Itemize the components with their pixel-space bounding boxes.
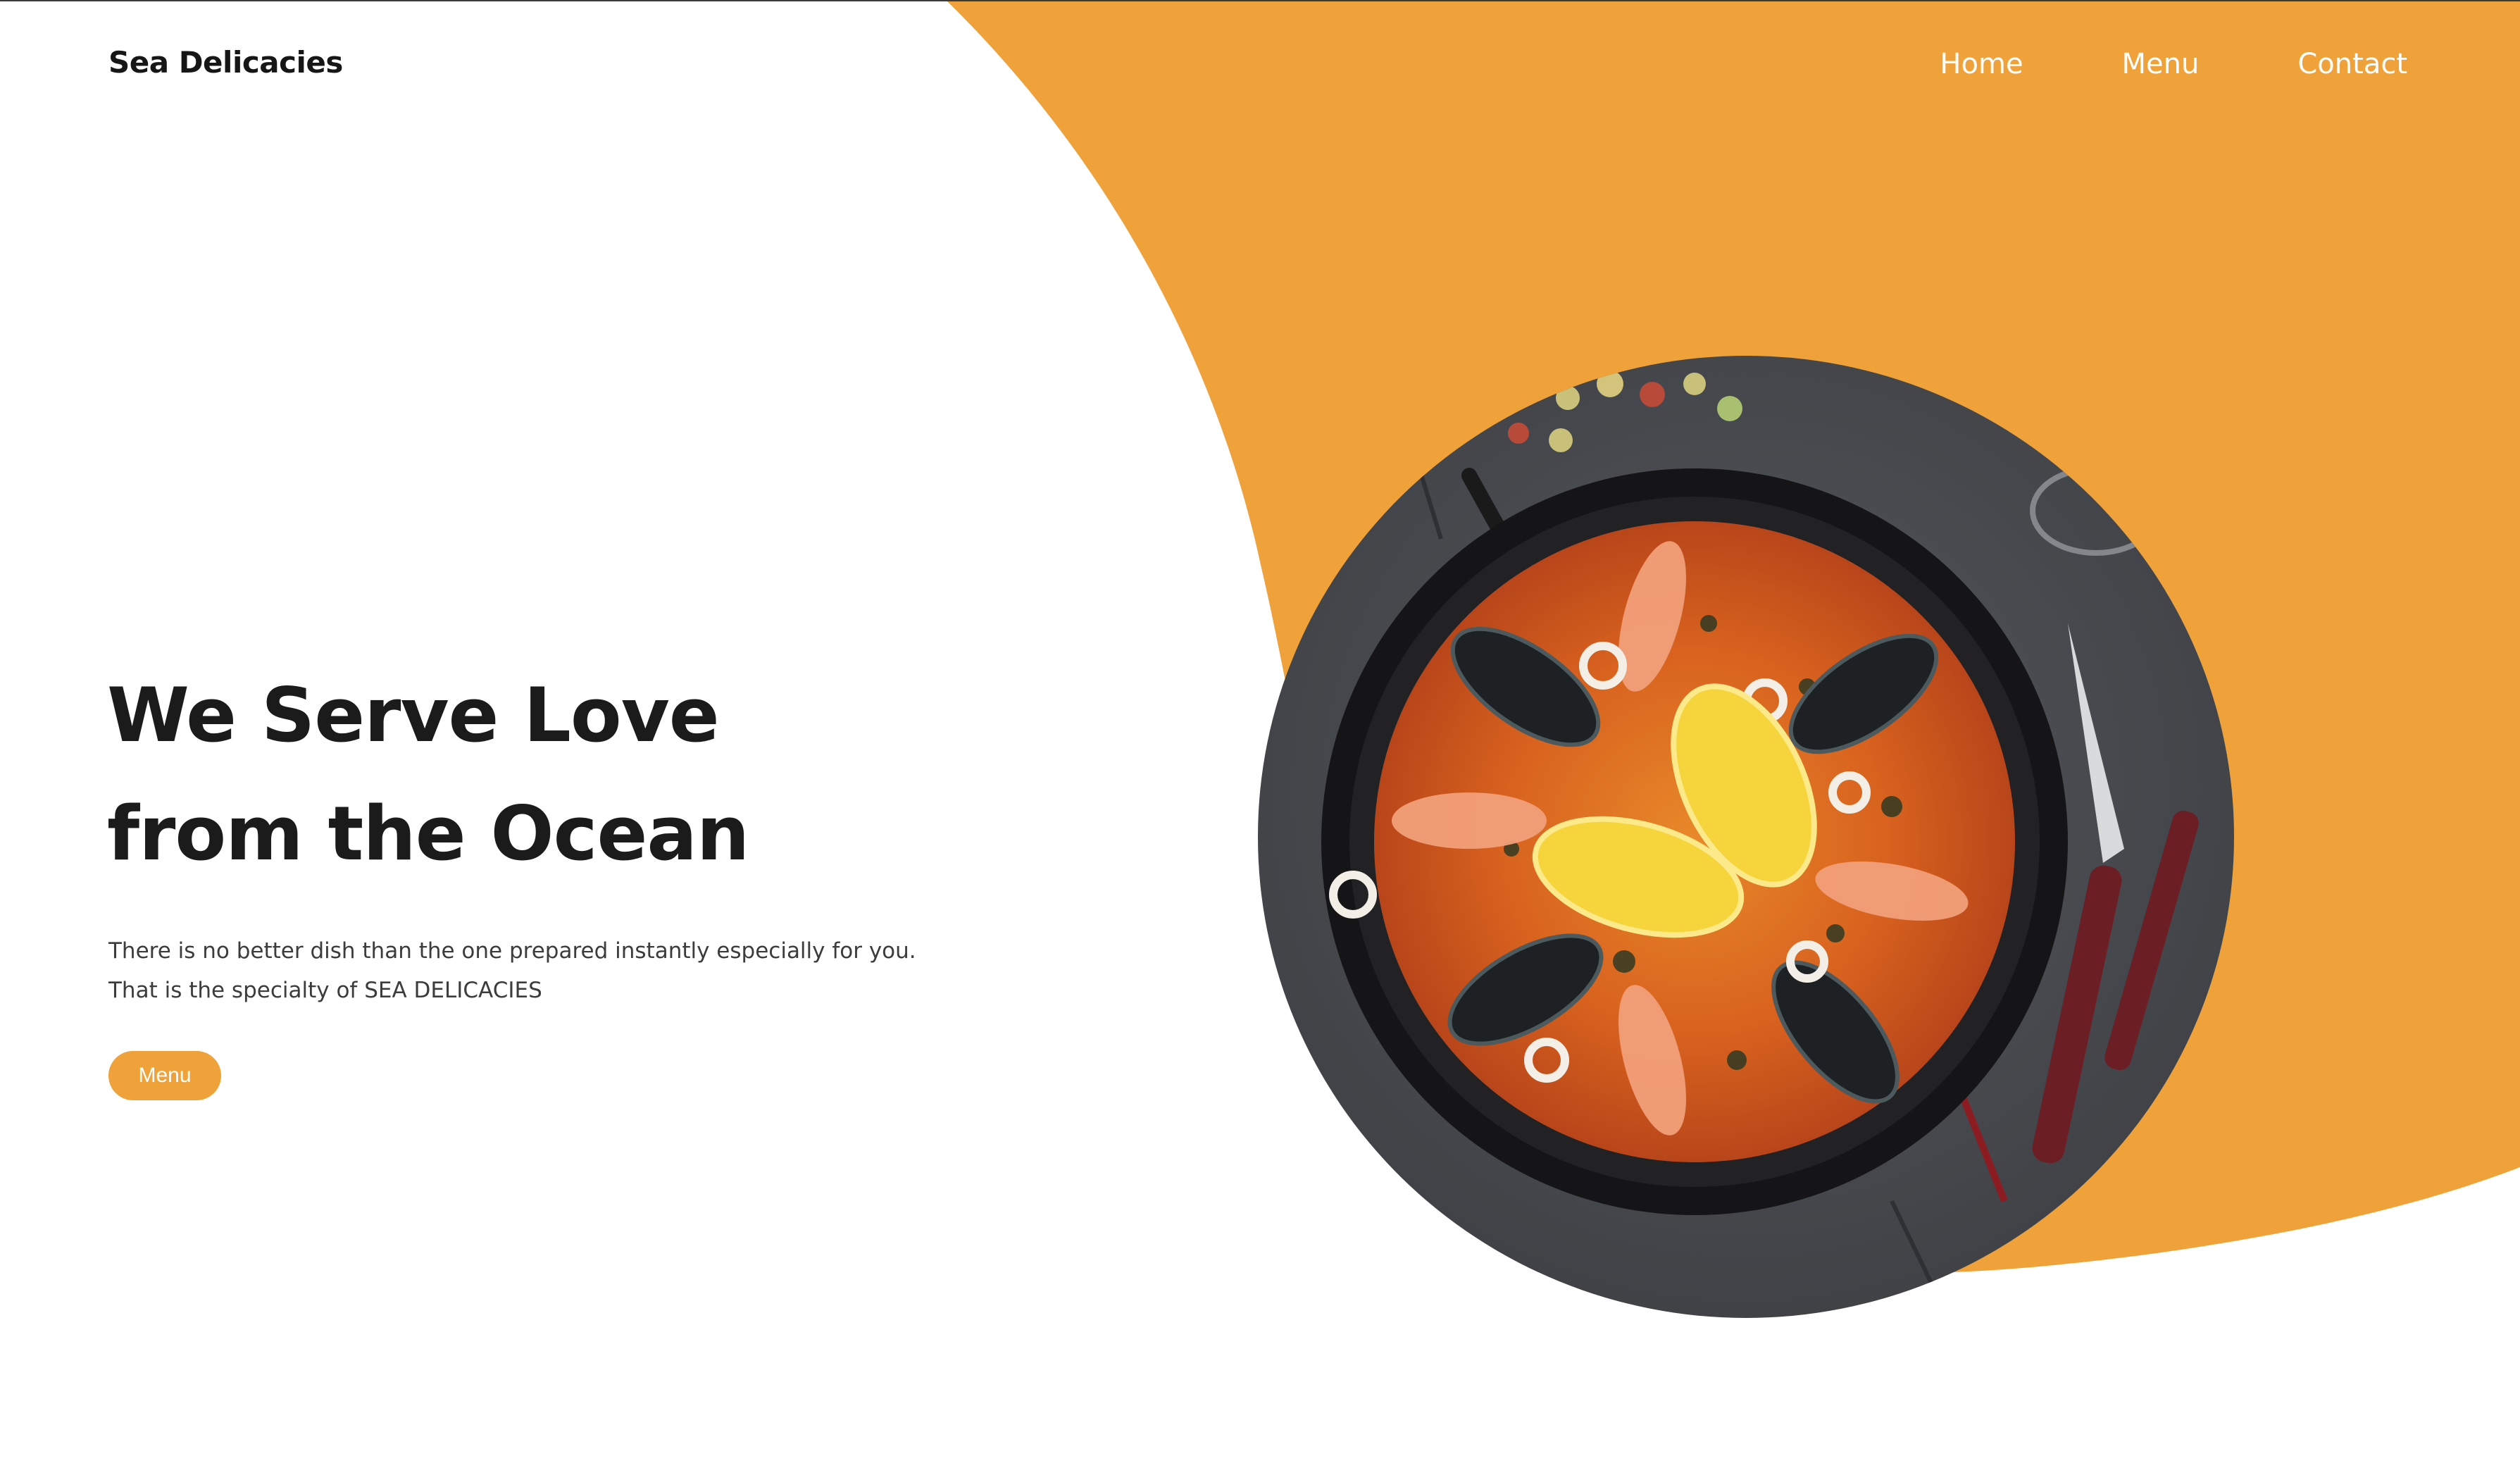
- nav-home-link[interactable]: Home: [1940, 48, 2023, 80]
- main-nav: Home Menu Contact: [1940, 48, 2407, 80]
- nav-menu-link[interactable]: Menu: [2122, 48, 2200, 80]
- menu-button[interactable]: Menu: [108, 1051, 221, 1100]
- hero-description-line-2: That is the specialty of SEA DELICACIES: [108, 978, 542, 1003]
- hero-title-line-2: from the Ocean: [107, 790, 749, 877]
- hero-title: We Serve Love from the Ocean: [107, 657, 749, 893]
- site-logo[interactable]: Sea Delicacies: [108, 45, 343, 80]
- nav-contact-link[interactable]: Contact: [2297, 48, 2407, 80]
- hero-description: There is no better dish than the one pre…: [108, 931, 916, 1010]
- hero-description-line-1: There is no better dish than the one pre…: [108, 938, 916, 964]
- paella-dish-image: [1258, 356, 2234, 1318]
- landing-page: Sea Delicacies Home Menu Contact We Serv…: [0, 0, 2520, 1468]
- hero-title-line-1: We Serve Love: [107, 672, 720, 759]
